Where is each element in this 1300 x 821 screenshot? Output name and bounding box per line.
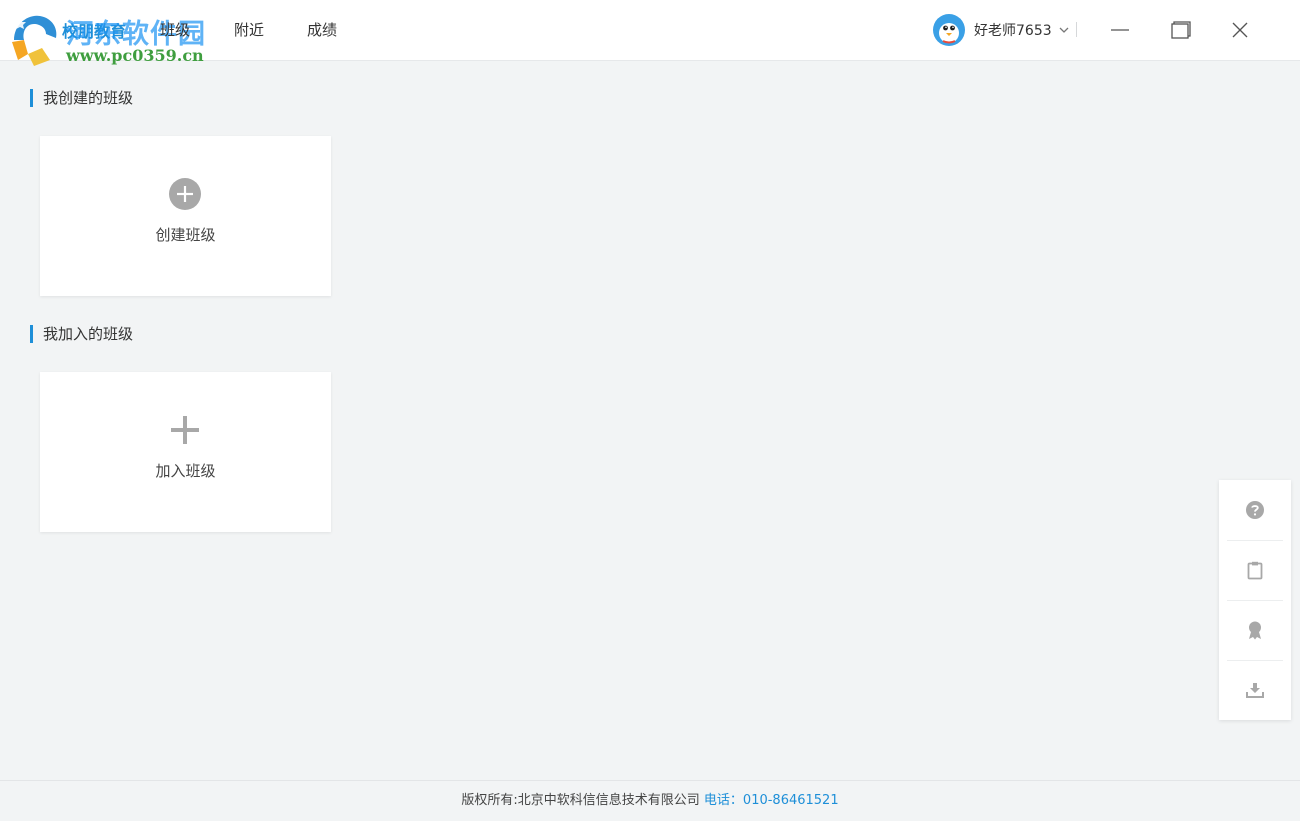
clipboard-button[interactable] (1219, 540, 1291, 600)
clipboard-icon (1247, 561, 1263, 580)
award-icon (1249, 621, 1261, 640)
minimize-icon[interactable] (1105, 15, 1135, 45)
maximize-icon[interactable] (1165, 15, 1195, 45)
float-toolbar (1219, 480, 1291, 720)
help-icon (1246, 501, 1264, 519)
download-icon (1246, 683, 1264, 698)
create-class-label: 创建班级 (155, 226, 216, 244)
footer-phone: 电话：010-86461521 (703, 793, 839, 808)
plus-icon (171, 416, 199, 444)
nav-tab-scores[interactable]: 成绩 (307, 19, 337, 40)
join-class-card[interactable]: 加入班级 (40, 372, 331, 532)
award-button[interactable] (1219, 600, 1291, 660)
chevron-down-icon (1059, 27, 1069, 33)
download-button[interactable] (1219, 660, 1291, 720)
section-title-created: 我创建的班级 (30, 89, 133, 107)
section-title-joined: 我加入的班级 (30, 325, 133, 343)
watermark-url: www.pc0359.cn (66, 46, 204, 65)
plus-circle-icon (169, 178, 201, 210)
title-bar: 校朋教育 河东软件园 www.pc0359.cn 班级 附近 成绩 好老师765… (0, 0, 1300, 66)
close-icon[interactable] (1225, 15, 1255, 45)
nav-tab-nearby[interactable]: 附近 (234, 19, 264, 40)
user-menu[interactable]: 好老师7653 (933, 14, 1070, 46)
help-button[interactable] (1219, 480, 1291, 540)
nav-tab-classes[interactable]: 班级 (160, 19, 190, 40)
footer-copyright: 版权所有:北京中软科信信息技术有限公司 (461, 793, 700, 808)
logo-mark-icon (12, 15, 57, 66)
penguin-avatar-icon (933, 14, 965, 46)
join-class-label: 加入班级 (155, 462, 216, 480)
create-class-card[interactable]: 创建班级 (40, 136, 331, 296)
footer: 版权所有:北京中软科信信息技术有限公司 电话：010-86461521 (0, 780, 1300, 821)
divider (1076, 22, 1077, 37)
user-name: 好老师7653 (974, 23, 1052, 39)
